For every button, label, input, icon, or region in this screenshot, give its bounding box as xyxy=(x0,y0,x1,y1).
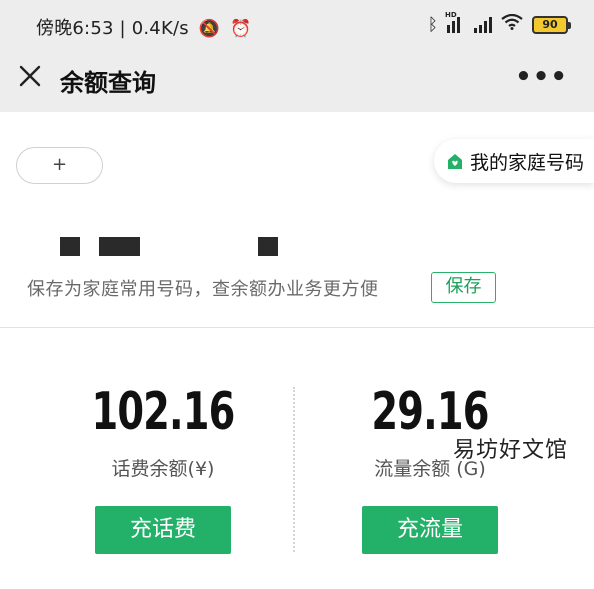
vertical-divider xyxy=(293,387,295,552)
family-number-button[interactable]: 我的家庭号码 xyxy=(433,139,594,183)
recharge-data-button[interactable]: 充流量 xyxy=(362,506,498,554)
recharge-phone-button[interactable]: 充话费 xyxy=(95,506,231,554)
close-icon[interactable] xyxy=(16,63,44,91)
save-hint-text: 保存为家庭常用号码，查余额办业务更方便 xyxy=(27,279,379,300)
main-content: + 我的家庭号码 保存为家庭常用号码，查余额办业务更方便 保存 102.16 话… xyxy=(0,112,594,589)
mute-icon: 🔕 xyxy=(198,19,221,39)
bluetooth-icon: ᛒ xyxy=(427,14,438,35)
status-left: 傍晚6:53 | 0.4K/s 🔕 ⏰ xyxy=(36,18,252,39)
cellular-signal-icon: HD xyxy=(445,11,465,33)
add-number-button[interactable]: + xyxy=(16,147,103,184)
family-number-label: 我的家庭号码 xyxy=(469,151,584,174)
redacted-block xyxy=(99,237,140,256)
status-right: ᛒ HD 90 xyxy=(427,11,571,35)
status-time: 傍晚6:53 xyxy=(36,18,114,39)
cellular-signal-2-icon xyxy=(474,16,492,33)
divider xyxy=(0,327,594,328)
redacted-block xyxy=(258,237,278,256)
status-bar: 傍晚6:53 | 0.4K/s 🔕 ⏰ ᛒ HD 90 xyxy=(0,0,594,50)
alarm-icon: ⏰ xyxy=(230,19,252,39)
nav-bar: 余额查询 ••• xyxy=(0,50,594,112)
phone-balance-label: 话费余额(¥) xyxy=(111,458,215,480)
save-button[interactable]: 保存 xyxy=(431,272,496,303)
phone-balance-amount: 102.16 xyxy=(91,382,235,442)
redacted-block xyxy=(60,237,80,256)
house-heart-icon xyxy=(446,152,464,170)
network-speed: 0.4K/s xyxy=(131,18,189,39)
phone-balance: 102.16 话费余额(¥) xyxy=(43,382,283,481)
battery-icon: 90 xyxy=(532,15,571,34)
more-options-icon[interactable]: ••• xyxy=(515,62,568,92)
watermark: 易坊好文馆 xyxy=(452,438,568,463)
wifi-icon xyxy=(501,13,523,35)
page-title: 余额查询 xyxy=(60,69,156,97)
